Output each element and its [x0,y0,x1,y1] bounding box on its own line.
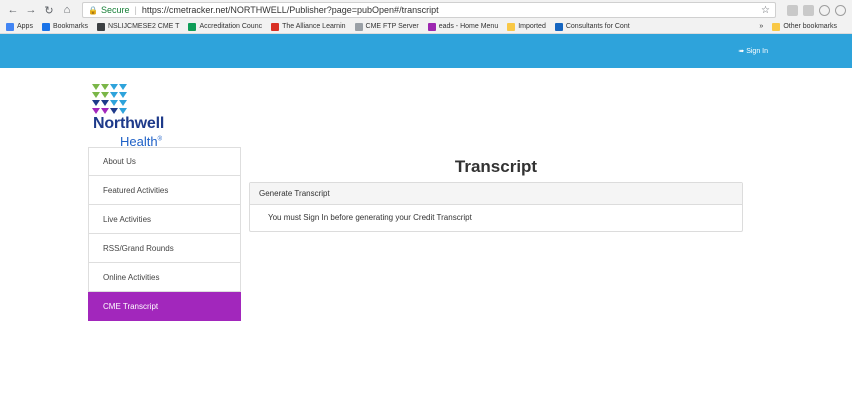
logo-triangle [101,84,109,90]
bookmark-label: Imported [518,23,546,30]
lock-icon: 🔒 [88,5,98,15]
sidebar-item-featured-activities[interactable]: Featured Activities [88,176,241,205]
bookmark-item[interactable]: NSLIJCMESE2 CME T [96,22,180,31]
bookmark-label: Apps [17,23,33,30]
bookmark-item[interactable]: CME FTP Server [354,22,419,31]
bookmark-label: Accreditation Counc [199,23,263,30]
logo-mark-icon [92,84,212,115]
folder-icon [772,22,781,31]
extension-icon[interactable] [819,4,830,16]
logo-triangle [92,92,100,98]
extension-icon[interactable] [787,4,798,16]
page-body: Northwell Health® About Us Featured Activ… [0,68,852,405]
bookmark-item[interactable]: Consultants for Cont [554,22,630,31]
panel-body: You must Sign In before generating your … [250,205,742,231]
panel-heading: Generate Transcript [250,183,742,205]
bookmark-label: Consultants for Cont [565,23,630,30]
bookmark-icon [507,22,516,31]
sidebar-item-about-us[interactable]: About Us [88,147,241,176]
logo-triangle [92,100,100,106]
sidebar-item-live-activities[interactable]: Live Activities [88,205,241,234]
bookmark-item[interactable]: Imported [507,22,546,31]
sidebar-nav: About Us Featured Activities Live Activiti… [88,147,241,321]
bookmark-icon [271,22,280,31]
reload-icon[interactable]: ↻ [42,3,56,17]
sign-in-message: You must Sign In before generating your … [268,213,472,222]
bookmark-item[interactable]: The Alliance Learnin [271,22,346,31]
back-icon[interactable]: ← [6,3,20,17]
page-title: Transcript [454,157,538,176]
bookmarks-bar: Apps Bookmarks NSLIJCMESE2 CME T Accreditat… [0,20,852,34]
main-content: Transcript Generate Transcript You must … [249,147,743,232]
bookmark-icon [96,22,105,31]
logo-triangle [110,84,118,90]
more-bookmarks[interactable]: » [759,23,763,30]
sign-in-link[interactable]: ➠ Sign In [738,47,768,56]
bookmark-icon [427,22,436,31]
sign-in-label: Sign In [746,47,768,55]
sign-in-icon: ➠ [738,48,745,55]
address-bar[interactable]: 🔒 Secure | https://cmetracker.net/NORTHW… [82,2,776,18]
logo-registered: ® [157,136,162,143]
bookmark-label: eads - Home Menu [438,23,499,30]
extension-icon[interactable] [803,4,814,16]
bookmark-item[interactable]: Accreditation Counc [188,22,263,31]
bookmark-label: CME FTP Server [365,23,419,30]
separator: | [134,5,137,15]
secure-label: Secure [100,5,130,15]
site-header: ➠ Sign In [0,34,852,68]
bookmark-item[interactable]: Bookmarks [41,22,88,31]
logo-triangle [101,108,109,114]
bookmark-star-icon[interactable]: ☆ [761,5,770,16]
other-bookmarks-label: Other bookmarks [783,23,837,30]
logo-triangle [110,100,118,106]
menu-icon[interactable] [835,4,846,16]
bookmark-label: The Alliance Learnin [282,23,346,30]
sidebar-item-cme-transcript[interactable]: CME Transcript [88,292,241,321]
bookmark-label: NSLIJCMESE2 CME T [107,23,180,30]
logo-triangle [101,100,109,106]
bookmark-icon [554,22,563,31]
logo-triangle [92,84,100,90]
sidebar-item-rss-grand-rounds[interactable]: RSS/Grand Rounds [88,234,241,263]
bookmark-icon [6,22,14,31]
forward-icon[interactable]: → [24,3,38,17]
extensions [782,4,846,16]
logo-triangle [119,84,127,90]
logo-wordmark: Northwell [93,115,165,132]
browser-toolbar: ← → ↻ ⌂ 🔒 Secure | https://cmetracker.ne… [0,0,852,20]
transcript-panel: Generate Transcript You must Sign In bef… [249,182,743,232]
home-icon[interactable]: ⌂ [60,3,74,17]
logo-triangle [110,108,118,114]
bookmark-icon [188,22,197,31]
bookmark-item[interactable]: eads - Home Menu [427,22,499,31]
logo-triangle [92,108,100,114]
bookmark-item[interactable]: Apps [6,22,33,31]
logo-triangle [119,108,127,114]
logo-triangle [119,100,127,106]
bookmark-icon [354,22,363,31]
bookmark-icon [41,22,50,31]
url-text: https://cmetracker.net/NORTHWELL/Publish… [141,5,439,15]
other-bookmarks[interactable]: Other bookmarks [772,22,837,31]
logo-triangle [110,92,118,98]
sidebar-item-online-activities[interactable]: Online Activities [88,263,241,292]
logo-triangle [119,92,127,98]
bookmark-label: Bookmarks [52,23,88,30]
northwell-logo[interactable]: Northwell Health® [92,84,212,150]
logo-triangle [101,92,109,98]
